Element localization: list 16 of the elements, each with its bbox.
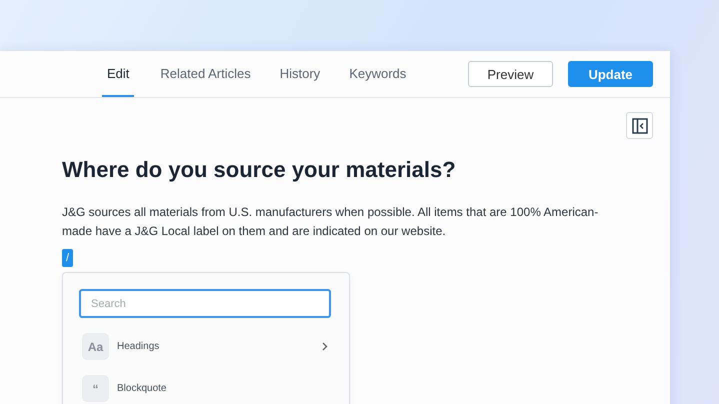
- tab[interactable]: Edit: [102, 51, 134, 97]
- search-field[interactable]: Search: [79, 289, 331, 318]
- preview-button[interactable]: Preview: [468, 61, 553, 87]
- panel-toggle-button[interactable]: [626, 112, 653, 139]
- slash-command-marker: /: [62, 249, 74, 267]
- chevron-right-icon: [322, 342, 328, 351]
- menu-item[interactable]: Aa Headings: [79, 333, 333, 360]
- block-type-icon: “: [82, 375, 109, 402]
- tab[interactable]: History: [274, 51, 332, 97]
- article-body: J&G sources all materials from U.S. manufacturers when possible. All items that are 100% American-made have a J&G Local label on them and are indicated on our website.: [62, 204, 600, 240]
- menu-item[interactable]: “ Blockquote: [79, 375, 333, 402]
- article-title: Where do you source your materials?: [62, 157, 457, 183]
- block-type-icon: Aa: [82, 333, 109, 360]
- tab[interactable]: Keywords: [344, 51, 418, 97]
- sidebar-collapse-icon: [632, 118, 648, 134]
- tab[interactable]: Related Articles: [155, 51, 263, 97]
